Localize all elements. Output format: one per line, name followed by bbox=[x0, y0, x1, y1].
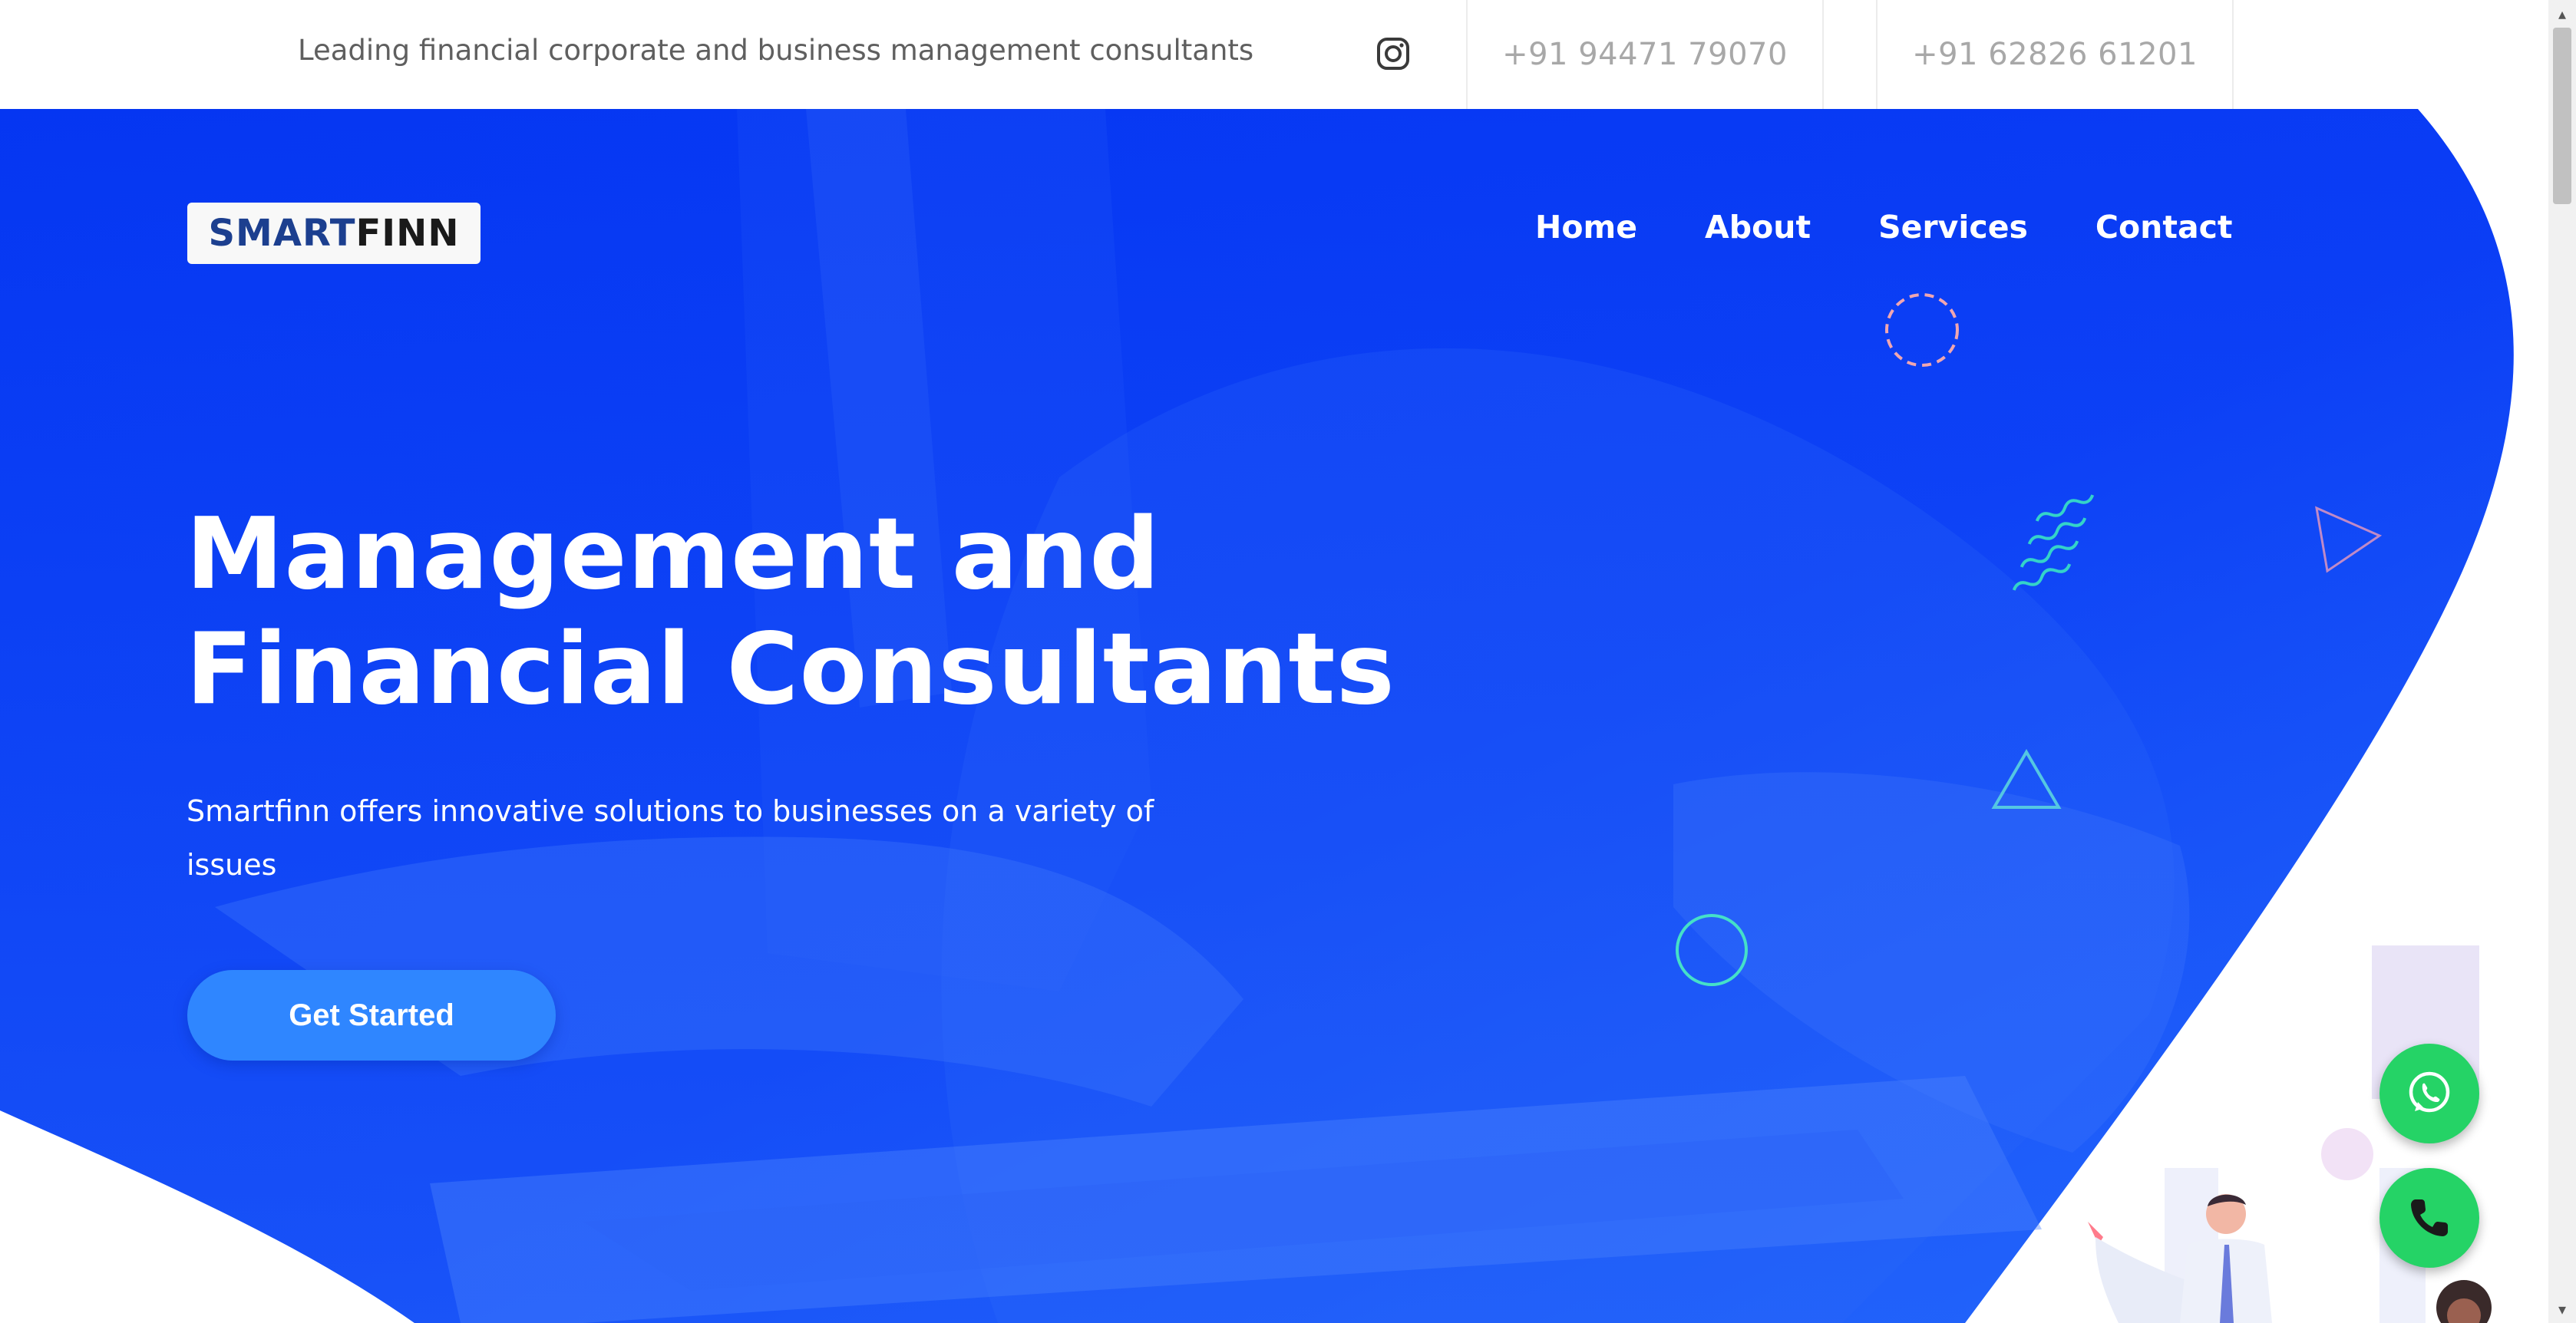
triangle-outline-decoration bbox=[2315, 506, 2383, 573]
nav-home[interactable]: Home bbox=[1535, 209, 1637, 246]
person-illustration bbox=[2436, 1280, 2492, 1323]
dashed-circle-decoration bbox=[1885, 293, 1959, 367]
logo-part-smart: SMART bbox=[208, 212, 356, 255]
wavy-lines-decoration bbox=[2012, 494, 2095, 591]
tagline: Leading financial corporate and business… bbox=[298, 34, 1254, 67]
hero-subtitle: Smartfinn offers innovative solutions to… bbox=[187, 794, 1154, 882]
hero-title-line-1: Management and bbox=[186, 497, 1161, 612]
whatsapp-icon bbox=[2409, 1071, 2450, 1113]
scrollbar-thumb[interactable] bbox=[2553, 28, 2571, 204]
hero-section: SMART FINN Home About Services Contact Ma… bbox=[0, 109, 2548, 1323]
scroll-down-arrow-icon[interactable]: ▾ bbox=[2548, 1295, 2576, 1323]
triangle-teal-decoration bbox=[1991, 749, 2062, 809]
get-started-button[interactable]: Get Started bbox=[187, 970, 556, 1061]
call-button[interactable] bbox=[2379, 1168, 2479, 1268]
logo-part-finn: FINN bbox=[355, 212, 460, 255]
businessman-illustration bbox=[2088, 1194, 2272, 1323]
instagram-link[interactable] bbox=[1351, 21, 1435, 86]
hero-title: Management and Financial Consultants bbox=[186, 497, 1491, 727]
site-logo[interactable]: SMART FINN bbox=[187, 203, 481, 264]
nav-about[interactable]: About bbox=[1705, 209, 1811, 246]
circle-teal-decoration bbox=[1676, 914, 1748, 986]
top-bar: Leading financial corporate and business… bbox=[0, 0, 2548, 109]
phone-icon bbox=[2411, 1199, 2448, 1236]
nav-contact[interactable]: Contact bbox=[2095, 209, 2233, 246]
phone-number-2[interactable]: +91 62826 61201 bbox=[1876, 0, 2234, 109]
main-nav: Home About Services Contact bbox=[1535, 209, 2233, 246]
whatsapp-button[interactable] bbox=[2379, 1044, 2479, 1143]
nav-services[interactable]: Services bbox=[1878, 209, 2028, 246]
hero-title-line-2: Financial Consultants bbox=[186, 612, 1395, 727]
phone-number-1[interactable]: +91 94471 79070 bbox=[1466, 0, 1824, 109]
page-scrollbar[interactable]: ▴ ▾ bbox=[2548, 0, 2576, 1323]
scroll-up-arrow-icon[interactable]: ▴ bbox=[2548, 0, 2576, 28]
instagram-icon bbox=[1377, 38, 1409, 70]
